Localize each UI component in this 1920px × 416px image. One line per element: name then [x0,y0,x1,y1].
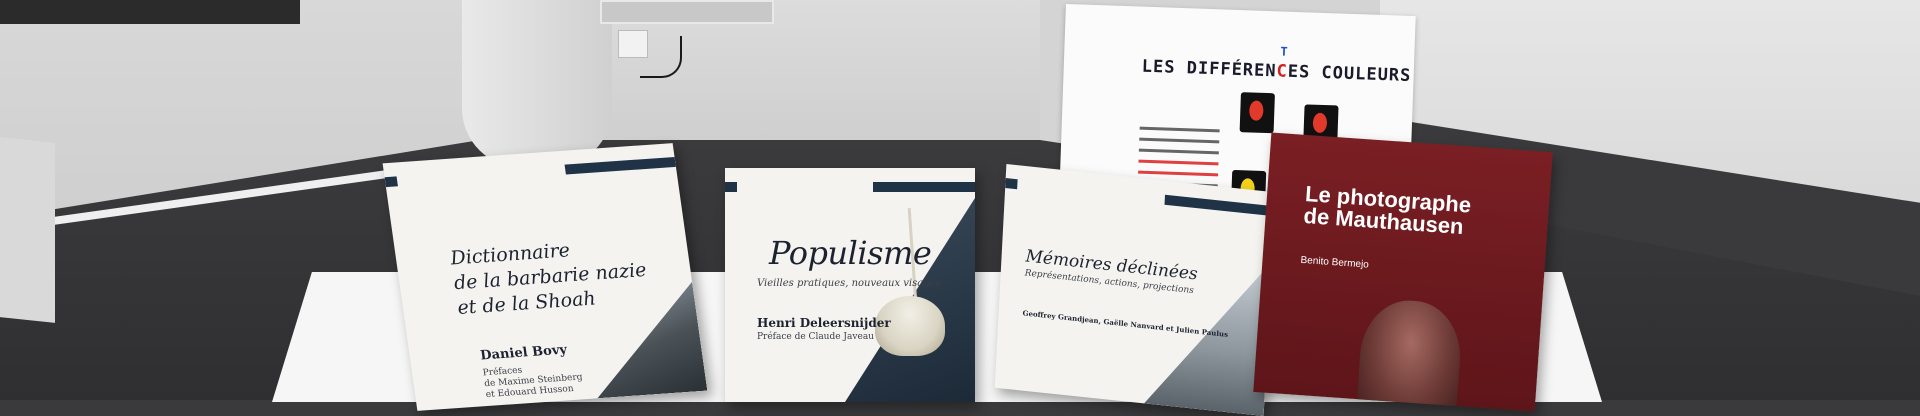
book-photographe-mauthausen: Le photographe de Mauthausen Benito Berm… [1253,132,1553,412]
book-band-right [1164,194,1275,217]
book-preface: Préfaces de Maxime Steinberg et Edouard … [482,365,584,401]
pillar [462,0,612,168]
window-ledge [0,0,300,24]
book-subtitle: Vieilles pratiques, nouveaux visages [757,278,941,289]
book-title: Populisme [769,234,932,272]
book-title: Le photographe de Mauthausen [1302,181,1472,240]
book-populisme: Populisme Vieilles pratiques, nouveaux v… [725,168,975,402]
power-cable [640,36,682,78]
book-band-right [873,182,975,192]
left-cabinet [0,137,55,323]
book-author: Benito Bermejo [1300,254,1370,271]
book-author: Daniel Bovy [479,342,569,364]
book-band-right [564,156,676,175]
book-dictionnaire: Dictionnaire de la barbarie nazie et de … [382,143,708,411]
poster-title: LES DIFFÉRENCES COULEURS [1141,56,1412,87]
book-preface: Préface de Claude Javeau [757,332,874,342]
poster-image-red-1 [1239,92,1275,134]
book-band [384,176,398,188]
portrait-photo [1355,297,1464,412]
book-author: Henri Deleersnijder [757,316,891,330]
book-title: Dictionnaire de la barbarie nazie et de … [448,239,648,320]
book-memoires-declinees: Mémoires déclinées Représentations, acti… [994,164,1276,416]
book-band [1005,178,1018,190]
book-authors: Geoffrey Grandjean, Gaëlle Nanvard et Ju… [1022,308,1229,339]
poster-title-insert: T [1280,44,1288,59]
book-band [725,182,737,192]
window-frame [600,0,774,24]
